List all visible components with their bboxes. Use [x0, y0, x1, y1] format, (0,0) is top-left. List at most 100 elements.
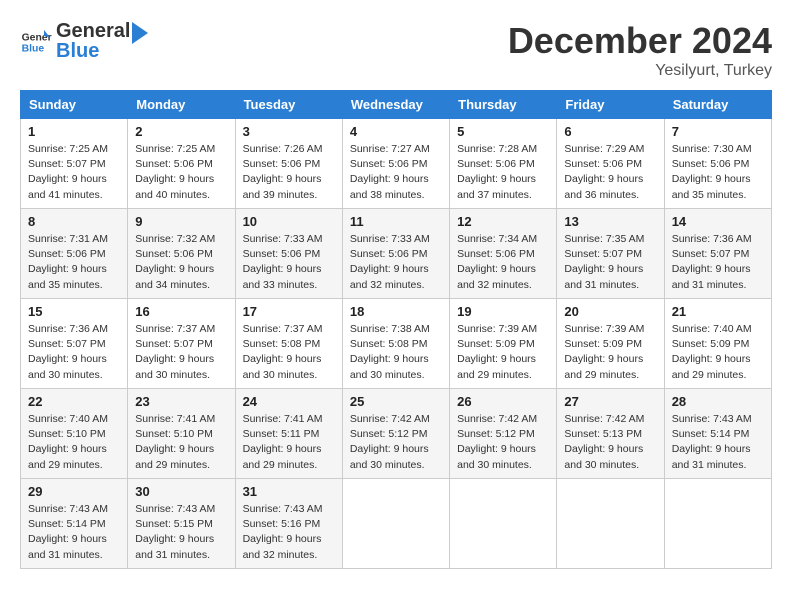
week-row-1: 1 Sunrise: 7:25 AM Sunset: 5:07 PM Dayli…	[21, 119, 772, 209]
day-info-29: Sunrise: 7:43 AM Sunset: 5:14 PM Dayligh…	[28, 502, 120, 563]
day-info-4: Sunrise: 7:27 AM Sunset: 5:06 PM Dayligh…	[350, 142, 442, 203]
day-number-12: 12	[457, 214, 549, 229]
day-number-18: 18	[350, 304, 442, 319]
day-info-2: Sunrise: 7:25 AM Sunset: 5:06 PM Dayligh…	[135, 142, 227, 203]
day-info-19: Sunrise: 7:39 AM Sunset: 5:09 PM Dayligh…	[457, 322, 549, 383]
day-cell-23: 23 Sunrise: 7:41 AM Sunset: 5:10 PM Dayl…	[128, 389, 235, 479]
day-number-31: 31	[243, 484, 335, 499]
day-cell-21: 21 Sunrise: 7:40 AM Sunset: 5:09 PM Dayl…	[664, 299, 771, 389]
day-cell-11: 11 Sunrise: 7:33 AM Sunset: 5:06 PM Dayl…	[342, 209, 449, 299]
day-number-6: 6	[564, 124, 656, 139]
week-row-3: 15 Sunrise: 7:36 AM Sunset: 5:07 PM Dayl…	[21, 299, 772, 389]
day-info-31: Sunrise: 7:43 AM Sunset: 5:16 PM Dayligh…	[243, 502, 335, 563]
day-info-15: Sunrise: 7:36 AM Sunset: 5:07 PM Dayligh…	[28, 322, 120, 383]
day-info-16: Sunrise: 7:37 AM Sunset: 5:07 PM Dayligh…	[135, 322, 227, 383]
day-number-17: 17	[243, 304, 335, 319]
day-cell-20: 20 Sunrise: 7:39 AM Sunset: 5:09 PM Dayl…	[557, 299, 664, 389]
header-sunday: Sunday	[21, 91, 128, 119]
day-info-9: Sunrise: 7:32 AM Sunset: 5:06 PM Dayligh…	[135, 232, 227, 293]
day-info-26: Sunrise: 7:42 AM Sunset: 5:12 PM Dayligh…	[457, 412, 549, 473]
day-number-2: 2	[135, 124, 227, 139]
day-info-7: Sunrise: 7:30 AM Sunset: 5:06 PM Dayligh…	[672, 142, 764, 203]
day-cell-2: 2 Sunrise: 7:25 AM Sunset: 5:06 PM Dayli…	[128, 119, 235, 209]
day-info-18: Sunrise: 7:38 AM Sunset: 5:08 PM Dayligh…	[350, 322, 442, 383]
day-cell-6: 6 Sunrise: 7:29 AM Sunset: 5:06 PM Dayli…	[557, 119, 664, 209]
day-info-12: Sunrise: 7:34 AM Sunset: 5:06 PM Dayligh…	[457, 232, 549, 293]
day-cell-22: 22 Sunrise: 7:40 AM Sunset: 5:10 PM Dayl…	[21, 389, 128, 479]
header-monday: Monday	[128, 91, 235, 119]
header-tuesday: Tuesday	[235, 91, 342, 119]
day-cell-16: 16 Sunrise: 7:37 AM Sunset: 5:07 PM Dayl…	[128, 299, 235, 389]
day-cell-31: 31 Sunrise: 7:43 AM Sunset: 5:16 PM Dayl…	[235, 479, 342, 569]
svg-text:Blue: Blue	[22, 43, 45, 54]
day-number-21: 21	[672, 304, 764, 319]
day-number-3: 3	[243, 124, 335, 139]
day-info-5: Sunrise: 7:28 AM Sunset: 5:06 PM Dayligh…	[457, 142, 549, 203]
day-info-30: Sunrise: 7:43 AM Sunset: 5:15 PM Dayligh…	[135, 502, 227, 563]
day-info-14: Sunrise: 7:36 AM Sunset: 5:07 PM Dayligh…	[672, 232, 764, 293]
calendar-table: Sunday Monday Tuesday Wednesday Thursday…	[20, 90, 772, 569]
logo-icon: General Blue	[20, 26, 52, 58]
day-cell-9: 9 Sunrise: 7:32 AM Sunset: 5:06 PM Dayli…	[128, 209, 235, 299]
header-friday: Friday	[557, 91, 664, 119]
day-info-11: Sunrise: 7:33 AM Sunset: 5:06 PM Dayligh…	[350, 232, 442, 293]
day-cell-26: 26 Sunrise: 7:42 AM Sunset: 5:12 PM Dayl…	[450, 389, 557, 479]
day-cell-1: 1 Sunrise: 7:25 AM Sunset: 5:07 PM Dayli…	[21, 119, 128, 209]
day-info-8: Sunrise: 7:31 AM Sunset: 5:06 PM Dayligh…	[28, 232, 120, 293]
day-cell-30: 30 Sunrise: 7:43 AM Sunset: 5:15 PM Dayl…	[128, 479, 235, 569]
weekday-header-row: Sunday Monday Tuesday Wednesday Thursday…	[21, 91, 772, 119]
day-cell-14: 14 Sunrise: 7:36 AM Sunset: 5:07 PM Dayl…	[664, 209, 771, 299]
empty-cell	[557, 479, 664, 569]
empty-cell	[342, 479, 449, 569]
page-header: General Blue General Blue December 2024 …	[20, 20, 772, 80]
empty-cell	[664, 479, 771, 569]
day-cell-27: 27 Sunrise: 7:42 AM Sunset: 5:13 PM Dayl…	[557, 389, 664, 479]
day-number-25: 25	[350, 394, 442, 409]
day-info-3: Sunrise: 7:26 AM Sunset: 5:06 PM Dayligh…	[243, 142, 335, 203]
day-number-7: 7	[672, 124, 764, 139]
day-number-26: 26	[457, 394, 549, 409]
day-number-1: 1	[28, 124, 120, 139]
day-cell-24: 24 Sunrise: 7:41 AM Sunset: 5:11 PM Dayl…	[235, 389, 342, 479]
day-info-21: Sunrise: 7:40 AM Sunset: 5:09 PM Dayligh…	[672, 322, 764, 383]
day-number-15: 15	[28, 304, 120, 319]
day-cell-3: 3 Sunrise: 7:26 AM Sunset: 5:06 PM Dayli…	[235, 119, 342, 209]
day-info-1: Sunrise: 7:25 AM Sunset: 5:07 PM Dayligh…	[28, 142, 120, 203]
day-cell-10: 10 Sunrise: 7:33 AM Sunset: 5:06 PM Dayl…	[235, 209, 342, 299]
day-info-23: Sunrise: 7:41 AM Sunset: 5:10 PM Dayligh…	[135, 412, 227, 473]
day-info-13: Sunrise: 7:35 AM Sunset: 5:07 PM Dayligh…	[564, 232, 656, 293]
day-cell-17: 17 Sunrise: 7:37 AM Sunset: 5:08 PM Dayl…	[235, 299, 342, 389]
empty-cell	[450, 479, 557, 569]
day-number-28: 28	[672, 394, 764, 409]
logo-triangle	[130, 20, 150, 46]
day-number-24: 24	[243, 394, 335, 409]
svg-text:General: General	[22, 32, 52, 43]
location-title: Yesilyurt, Turkey	[508, 62, 772, 80]
day-cell-12: 12 Sunrise: 7:34 AM Sunset: 5:06 PM Dayl…	[450, 209, 557, 299]
day-cell-4: 4 Sunrise: 7:27 AM Sunset: 5:06 PM Dayli…	[342, 119, 449, 209]
week-row-5: 29 Sunrise: 7:43 AM Sunset: 5:14 PM Dayl…	[21, 479, 772, 569]
day-info-17: Sunrise: 7:37 AM Sunset: 5:08 PM Dayligh…	[243, 322, 335, 383]
day-number-10: 10	[243, 214, 335, 229]
day-number-30: 30	[135, 484, 227, 499]
day-cell-18: 18 Sunrise: 7:38 AM Sunset: 5:08 PM Dayl…	[342, 299, 449, 389]
day-cell-8: 8 Sunrise: 7:31 AM Sunset: 5:06 PM Dayli…	[21, 209, 128, 299]
day-number-5: 5	[457, 124, 549, 139]
day-cell-7: 7 Sunrise: 7:30 AM Sunset: 5:06 PM Dayli…	[664, 119, 771, 209]
header-wednesday: Wednesday	[342, 91, 449, 119]
week-row-2: 8 Sunrise: 7:31 AM Sunset: 5:06 PM Dayli…	[21, 209, 772, 299]
day-cell-5: 5 Sunrise: 7:28 AM Sunset: 5:06 PM Dayli…	[450, 119, 557, 209]
day-info-6: Sunrise: 7:29 AM Sunset: 5:06 PM Dayligh…	[564, 142, 656, 203]
day-info-24: Sunrise: 7:41 AM Sunset: 5:11 PM Dayligh…	[243, 412, 335, 473]
day-number-13: 13	[564, 214, 656, 229]
day-number-14: 14	[672, 214, 764, 229]
day-cell-25: 25 Sunrise: 7:42 AM Sunset: 5:12 PM Dayl…	[342, 389, 449, 479]
day-number-11: 11	[350, 214, 442, 229]
day-cell-28: 28 Sunrise: 7:43 AM Sunset: 5:14 PM Dayl…	[664, 389, 771, 479]
day-number-20: 20	[564, 304, 656, 319]
day-cell-29: 29 Sunrise: 7:43 AM Sunset: 5:14 PM Dayl…	[21, 479, 128, 569]
day-cell-19: 19 Sunrise: 7:39 AM Sunset: 5:09 PM Dayl…	[450, 299, 557, 389]
day-info-25: Sunrise: 7:42 AM Sunset: 5:12 PM Dayligh…	[350, 412, 442, 473]
header-saturday: Saturday	[664, 91, 771, 119]
day-number-16: 16	[135, 304, 227, 319]
